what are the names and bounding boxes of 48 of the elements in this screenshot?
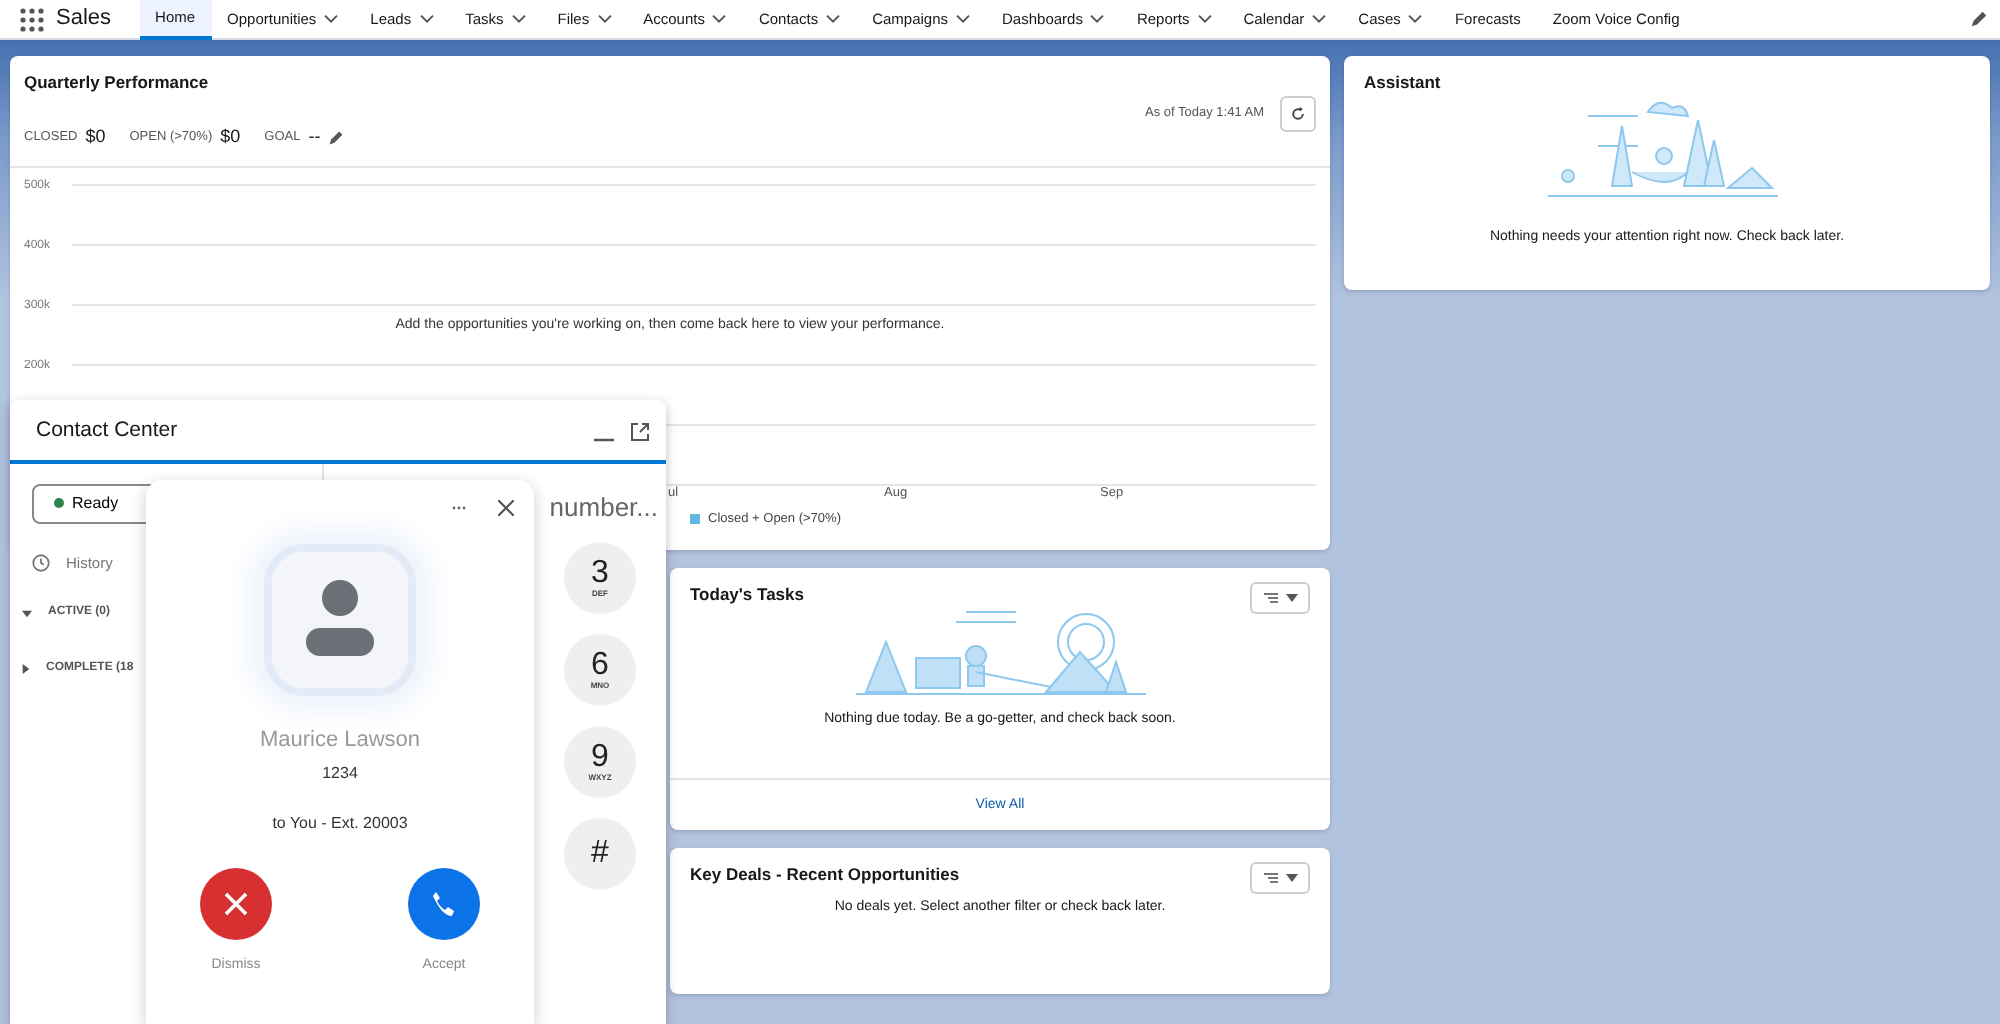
- caller-name: Maurice Lawson: [259, 726, 421, 756]
- chevron-down-icon: [1197, 14, 1212, 24]
- dial-key[interactable]: #: [564, 818, 636, 891]
- caret-down-icon: [1285, 874, 1297, 882]
- stat-value: $0: [220, 123, 241, 150]
- sort-icon: [1263, 592, 1277, 604]
- sort-icon: [1263, 872, 1277, 884]
- card-title: Key Deals - Recent Opportunities: [690, 862, 960, 888]
- chevron-down-icon: [1090, 14, 1105, 24]
- chevron-down-icon: [419, 14, 434, 24]
- dial-text: number...: [549, 489, 658, 526]
- panel-title: Contact Center: [36, 416, 178, 446]
- chevron-down-icon: [956, 14, 971, 24]
- clock-icon: [32, 553, 50, 572]
- refresh-icon: [1290, 105, 1306, 122]
- sort-button[interactable]: [1250, 582, 1310, 614]
- app-launcher-icon[interactable]: [20, 7, 44, 31]
- app-name: Sales: [56, 4, 112, 35]
- stat-value: --: [308, 123, 321, 150]
- legend-swatch: [690, 514, 700, 525]
- caller-number: 1234: [322, 761, 358, 785]
- chevron-down-icon: [324, 14, 339, 24]
- caret-right-icon: [22, 663, 30, 673]
- phone-icon: [430, 889, 458, 917]
- edit-icon[interactable]: [328, 129, 345, 145]
- chevron-down-icon: [826, 14, 841, 24]
- edit-icon[interactable]: [1970, 10, 1988, 28]
- accept-button[interactable]: [408, 867, 480, 939]
- chevron-down-icon: [511, 14, 526, 24]
- refresh-button[interactable]: [1280, 95, 1316, 132]
- chevron-down-icon: [712, 14, 727, 24]
- chevron-down-icon: [1408, 14, 1423, 24]
- close-icon: [224, 891, 248, 915]
- caret-down-icon: [1285, 594, 1297, 602]
- avatar-icon: [264, 544, 416, 696]
- chevron-down-icon: [597, 14, 612, 24]
- caret-down-icon: [22, 609, 32, 617]
- chevron-down-icon: [1312, 14, 1327, 24]
- sort-button[interactable]: [1250, 862, 1310, 894]
- card-title: Quarterly Performance: [24, 70, 209, 96]
- popout-icon[interactable]: [630, 421, 650, 442]
- status-dot: [54, 498, 64, 509]
- stat-value: $0: [85, 123, 106, 150]
- dismiss-button[interactable]: [200, 867, 272, 939]
- card-title: Assistant: [1364, 70, 1443, 96]
- call-target: to You - Ext. 20003: [272, 811, 408, 835]
- close-icon[interactable]: [498, 500, 514, 516]
- card-title: Today's Tasks: [690, 582, 804, 608]
